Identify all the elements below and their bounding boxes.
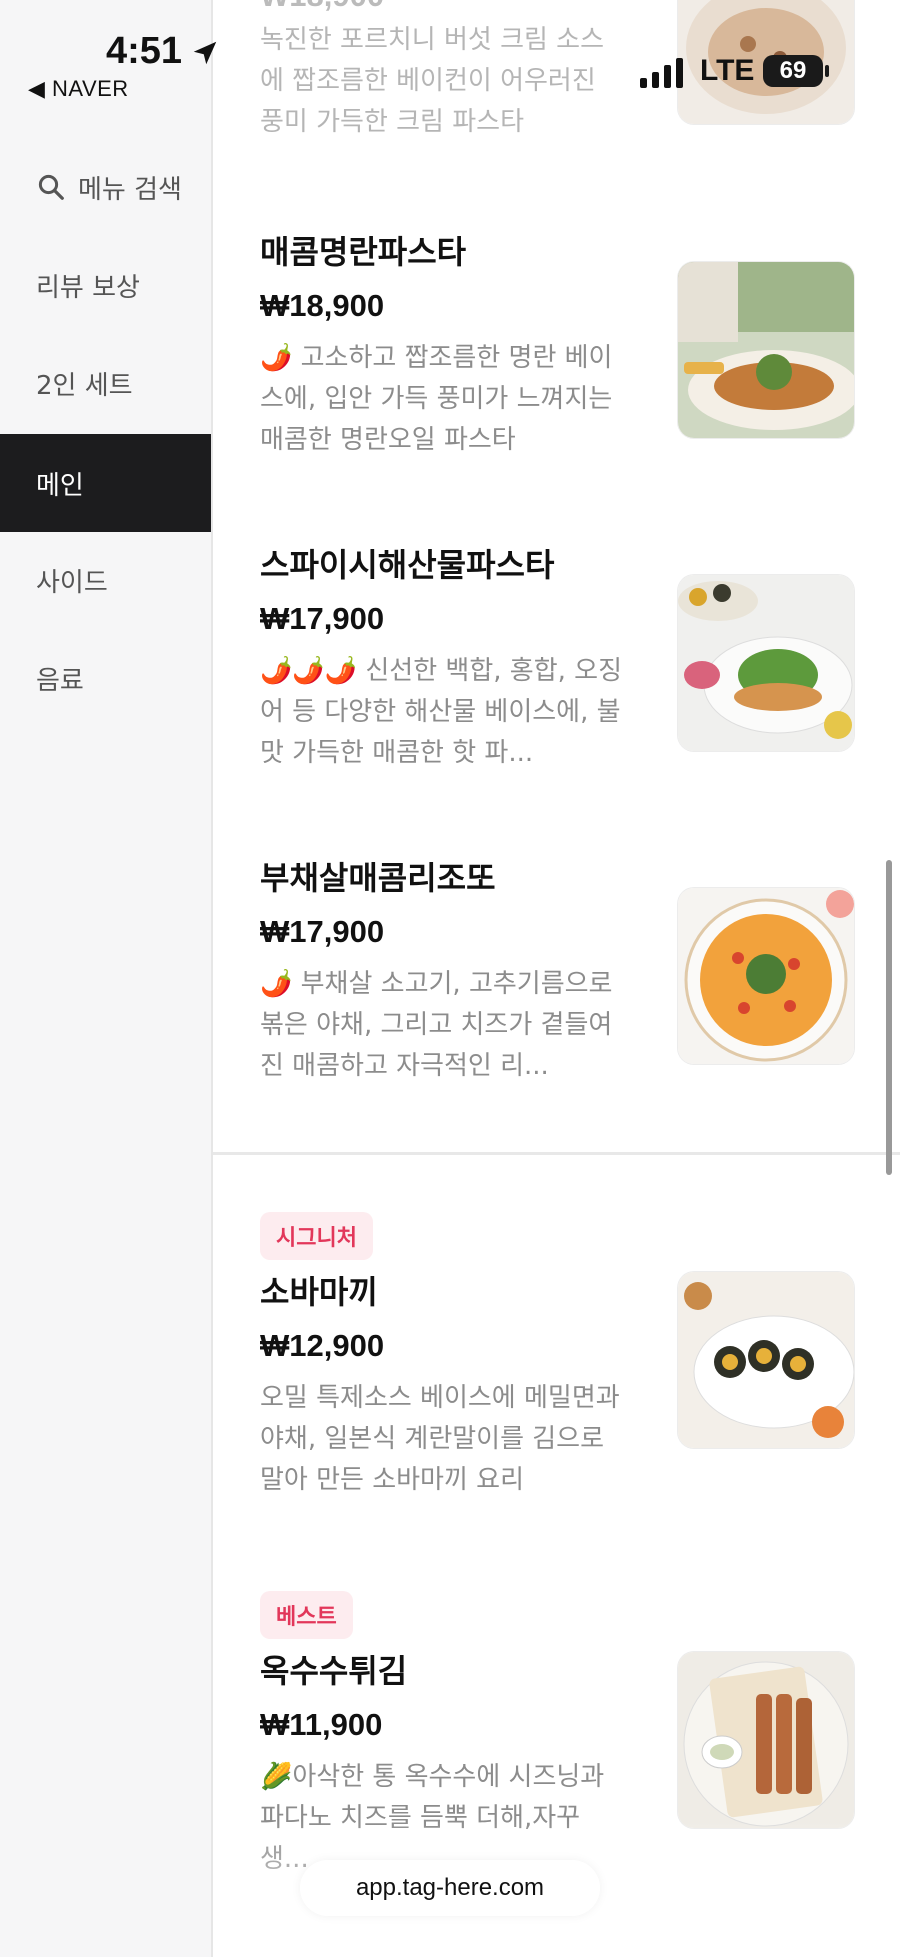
sidebar-item-label: 메인 <box>36 470 84 501</box>
best-badge: 베스트 <box>260 1591 353 1639</box>
sidebar-item-label: 2인 세트 <box>36 370 133 401</box>
menu-item-photo[interactable] <box>678 1272 854 1448</box>
menu-search-label: 메뉴 검색 <box>78 174 182 205</box>
menu-item-photo[interactable] <box>678 888 854 1064</box>
sidebar-item-main[interactable]: 메인 <box>0 434 211 532</box>
item-description: 🌶️🌶️🌶️ 신선한 백합, 홍합, 오징어 등 다양한 해산물 베이스에, 불… <box>260 656 622 768</box>
menu-item-photo[interactable] <box>678 575 854 751</box>
menu-search-button[interactable]: 메뉴 검색 <box>0 138 211 236</box>
item-description: 🌶️ 부채살 소고기, 고추기름으로 볶은 야채, 그리고 치즈가 곁들여진 매… <box>260 969 613 1081</box>
sidebar-item-drinks[interactable]: 음료 <box>0 629 211 727</box>
signature-badge: 시그니처 <box>260 1212 373 1260</box>
menu-item-photo[interactable] <box>678 0 854 124</box>
sidebar-item-label: 음료 <box>36 665 84 696</box>
sidebar-item-label: 리뷰 보상 <box>36 272 140 303</box>
item-description: 녹진한 포르치니 버섯 크림 소스에 짭조름한 베이컨이 어우러진 풍미 가득한… <box>260 25 605 137</box>
search-icon <box>38 174 64 200</box>
scrollbar[interactable] <box>886 860 892 1175</box>
category-sidebar: 메뉴 검색 리뷰 보상 2인 세트 메인 사이드 음료 <box>0 0 213 1957</box>
back-to-naver-link[interactable]: ◀ NAVER <box>28 76 129 102</box>
sidebar-item-review-reward[interactable]: 리뷰 보상 <box>0 236 211 334</box>
section-divider <box>213 1152 900 1155</box>
sidebar-item-two-person-set[interactable]: 2인 세트 <box>0 334 211 432</box>
status-time: 4:51 <box>106 30 183 72</box>
item-description: 🌶️ 고소하고 짭조름한 명란 베이스에, 입안 가득 풍미가 느껴지는 매콤한… <box>260 343 613 455</box>
browser-url-bar[interactable]: app.tag-here.com <box>300 1860 600 1916</box>
sidebar-item-side[interactable]: 사이드 <box>0 531 211 629</box>
menu-item-photo[interactable] <box>678 262 854 438</box>
menu-item-photo[interactable] <box>678 1652 854 1828</box>
item-description: 오밀 특제소스 베이스에 메밀면과 야채, 일본식 계란말이를 김으로 말아 만… <box>260 1383 620 1495</box>
sidebar-item-label: 사이드 <box>36 567 108 598</box>
